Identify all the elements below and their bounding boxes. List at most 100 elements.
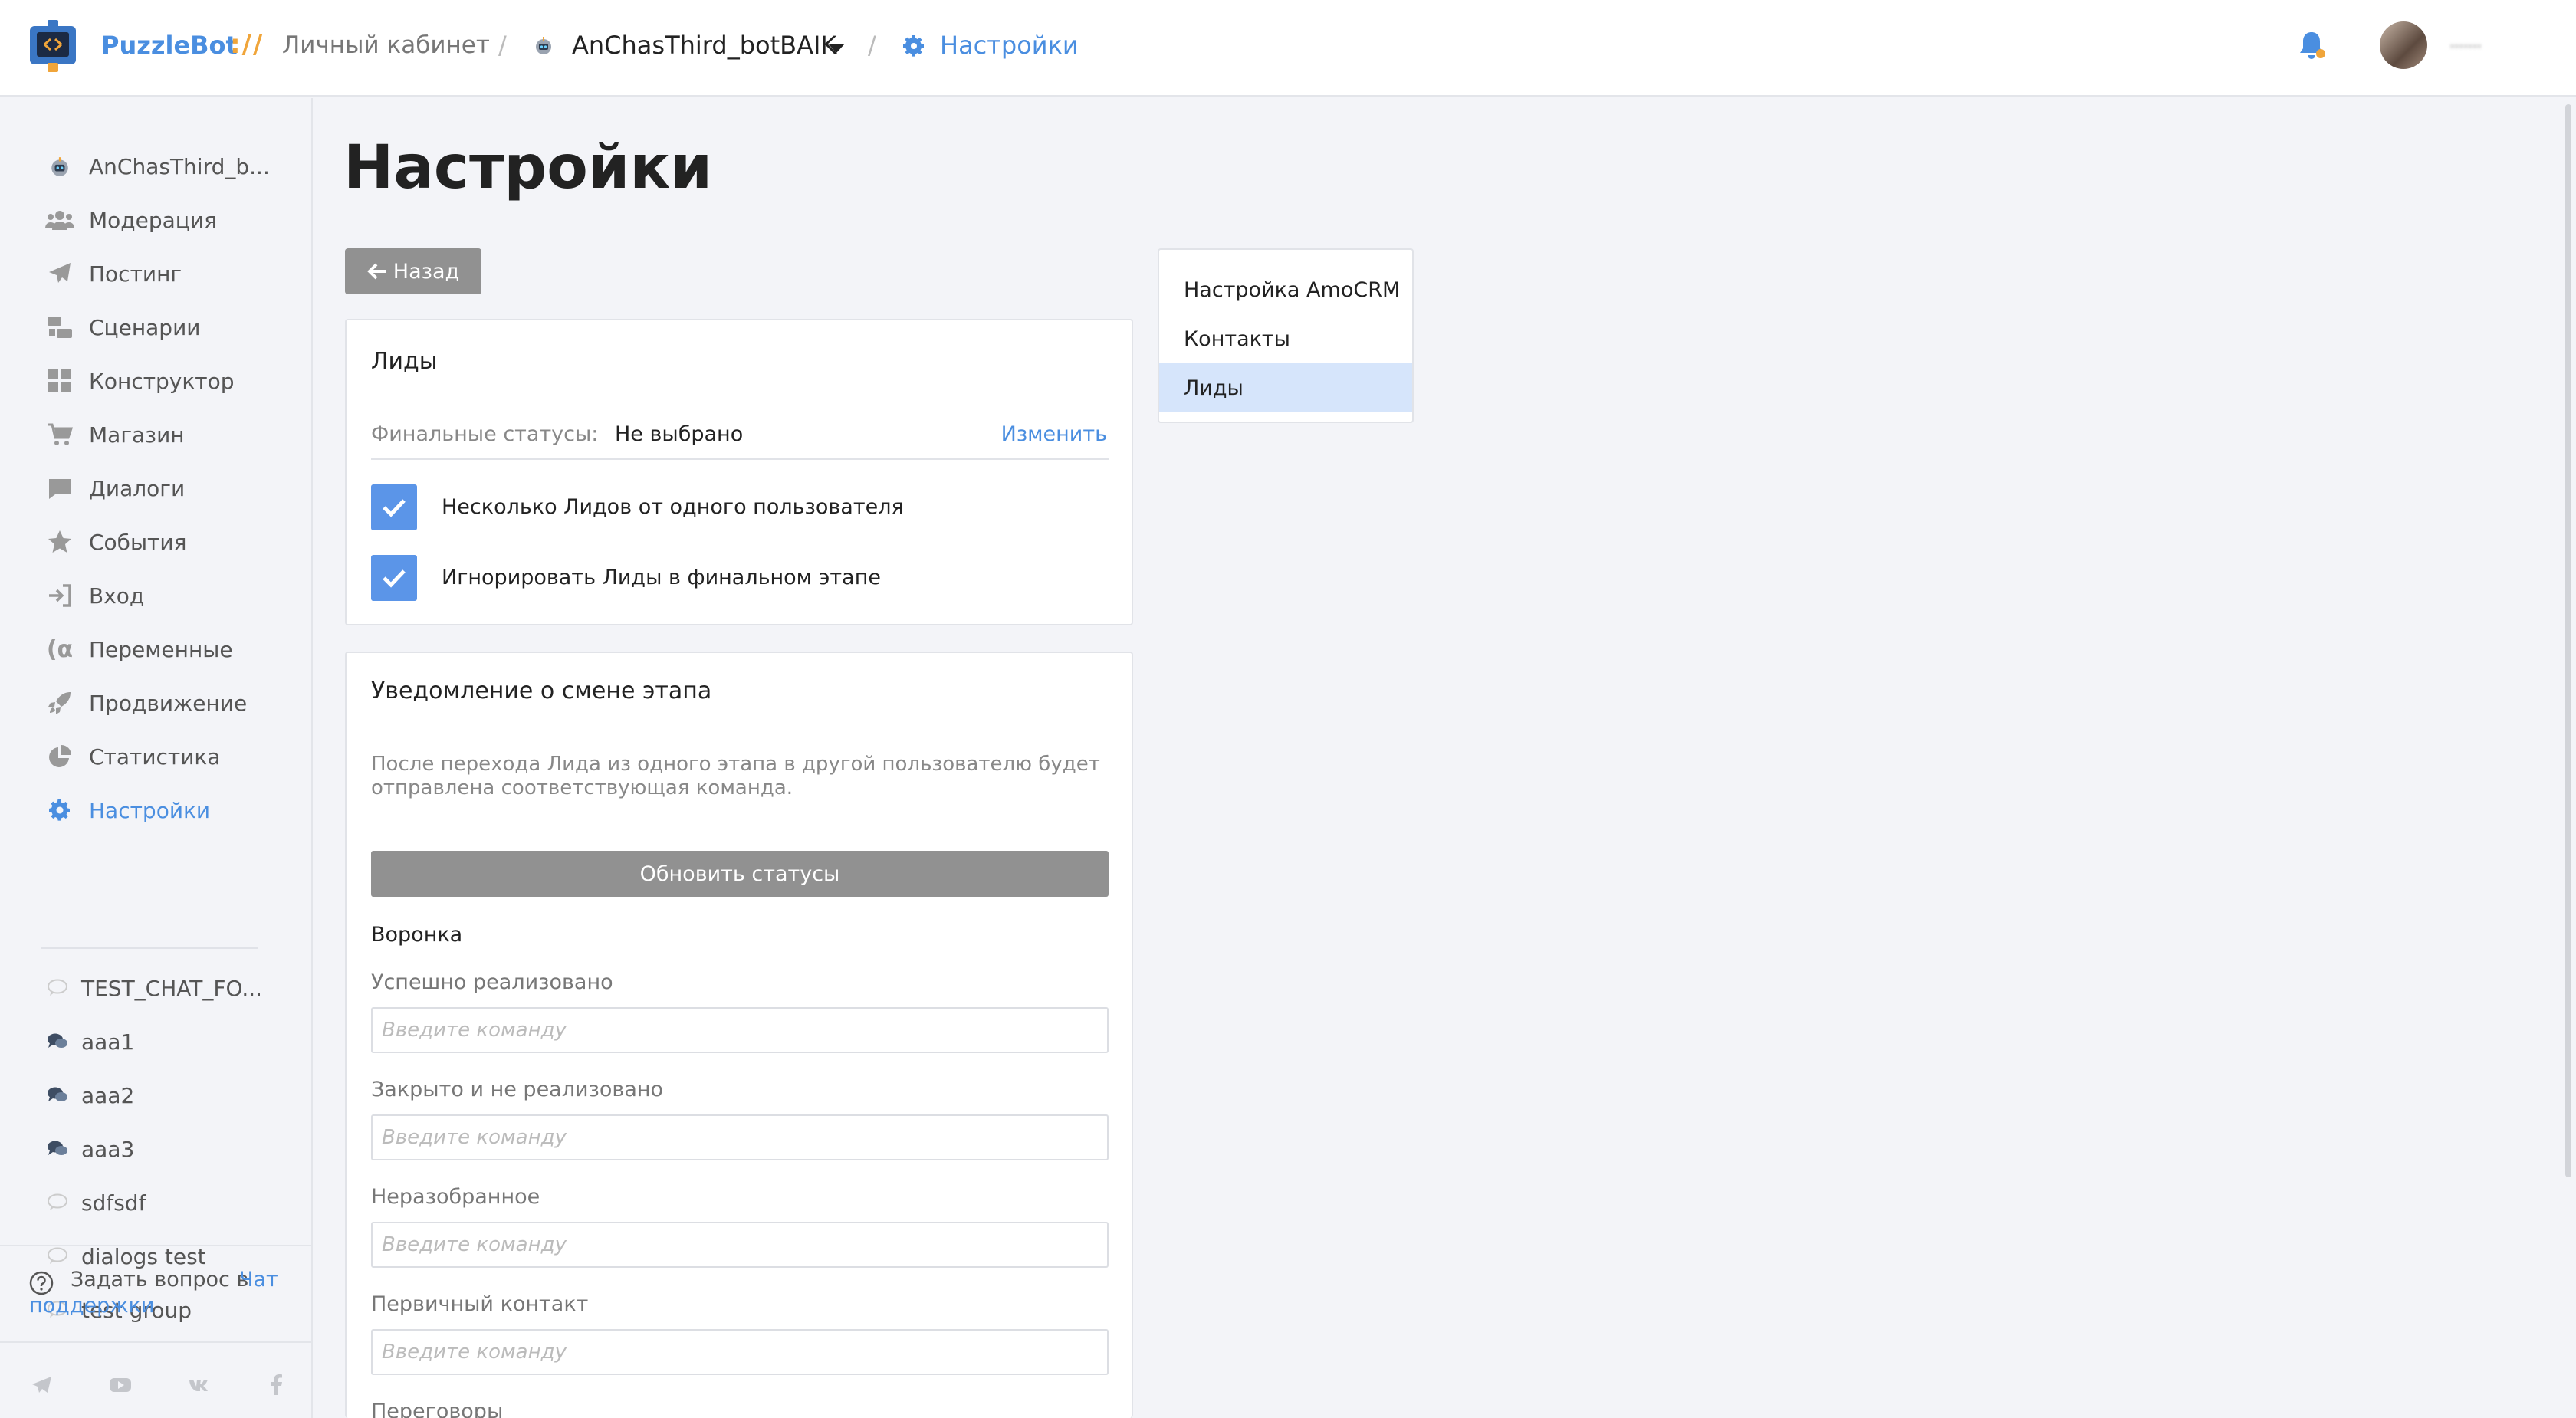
rocket-icon [44, 688, 75, 718]
back-button[interactable]: Назад [345, 248, 481, 294]
chevron-down-icon[interactable] [828, 44, 845, 53]
sidebar-item-label: Переменные [89, 636, 233, 662]
sidebar-item-label: Постинг [89, 261, 182, 287]
youtube-icon[interactable] [109, 1374, 132, 1397]
grid-icon [44, 366, 75, 396]
sidebar-item-label: Продвижение [89, 690, 248, 716]
gear-icon [44, 795, 75, 826]
question-circle-icon [29, 1271, 54, 1295]
chat-bubble-icon [44, 1190, 71, 1216]
pie-chart-icon [44, 741, 75, 772]
ignore-final-leads-checkbox[interactable] [371, 555, 417, 601]
breadcrumb-settings[interactable]: Настройки [940, 31, 1079, 60]
sidebar-item-bot[interactable]: AnChasThird_b... [44, 147, 270, 185]
bot-icon [536, 37, 551, 54]
final-status-label: Финальные статусы: [371, 422, 599, 446]
sidebar-chat-item[interactable]: aaa2 [44, 1076, 134, 1114]
final-status-value: Не выбрано [615, 422, 744, 446]
sidebar-item-constructor[interactable]: Конструктор [44, 362, 235, 400]
top-bar: PuzzleBot :// Личный кабинет / AnChasThi… [0, 0, 2576, 97]
menu-item-leads[interactable]: Лиды [1159, 363, 1412, 412]
stage-label: Закрыто и не реализовано [371, 1078, 664, 1101]
stage-command-input[interactable]: Введите команду [371, 1007, 1109, 1053]
multiple-leads-label[interactable]: Несколько Лидов от одного пользователя [442, 495, 904, 519]
bot-icon [44, 151, 75, 182]
sidebar-item-label: AnChasThird_b... [89, 153, 270, 179]
stage-command-input[interactable]: Введите команду [371, 1222, 1109, 1268]
group-chat-icon [44, 1082, 71, 1108]
notification-bell-icon[interactable] [2295, 29, 2328, 63]
sidebar-item-label: Сценарии [89, 314, 201, 340]
sidebar-divider [41, 947, 258, 949]
avatar[interactable] [2380, 21, 2427, 69]
sidebar-chat-item[interactable]: sdfsdf [44, 1183, 146, 1222]
support-chat-link[interactable]: Чат [239, 1268, 278, 1292]
page-scrollbar[interactable] [2561, 98, 2576, 1418]
sidebar-item-statistics[interactable]: Статистика [44, 737, 221, 776]
sidebar-item-dialogs[interactable]: Диалоги [44, 469, 185, 507]
breadcrumb-cabinet[interactable]: Личный кабинет [282, 31, 490, 59]
chat-item-label: aaa1 [81, 1029, 135, 1055]
stage-label: Переговоры [371, 1400, 504, 1418]
help-text: Задать вопрос в [71, 1268, 249, 1292]
check-icon [383, 499, 406, 517]
scrollbar-thumb[interactable] [2565, 104, 2571, 1177]
settings-section-menu: Настройка AmoCRM Контакты Лиды [1158, 248, 1414, 423]
sidebar-item-label: События [89, 529, 187, 555]
sidebar-chat-item[interactable]: TEST_CHAT_FO... [44, 969, 262, 1007]
divider [371, 458, 1109, 460]
stage-command-input[interactable]: Введите команду [371, 1114, 1109, 1160]
star-icon [44, 527, 75, 557]
change-final-status-link[interactable]: Изменить [1001, 422, 1107, 446]
sidebar-item-shop[interactable]: Магазин [44, 415, 185, 454]
chat-item-label: aaa2 [81, 1082, 135, 1108]
facebook-icon[interactable] [265, 1374, 288, 1397]
leads-card-title: Лиды [371, 348, 438, 375]
chat-item-label: sdfsdf [81, 1190, 146, 1216]
sidebar-item-label: Статистика [89, 743, 221, 770]
ignore-final-leads-label[interactable]: Игнорировать Лиды в финальном этапе [442, 566, 881, 589]
group-chat-icon [44, 1136, 71, 1162]
sidebar-item-scenarios[interactable]: Сценарии [44, 308, 200, 346]
update-statuses-button[interactable]: Обновить статусы [371, 851, 1109, 897]
variable-icon: (α [46, 635, 74, 663]
breadcrumb-divider: / [498, 31, 507, 60]
group-chat-icon [44, 1029, 71, 1055]
breadcrumb-bot-selector[interactable]: AnChasThird_botBAIK [572, 31, 836, 60]
chat-bubble-icon [44, 975, 71, 1001]
menu-item-amocrm-settings[interactable]: Настройка AmoCRM [1159, 265, 1412, 314]
funnel-label: Воронка [371, 923, 463, 947]
sidebar-item-variables[interactable]: (α Переменные [44, 630, 233, 668]
arrow-left-icon [366, 263, 386, 280]
vk-icon[interactable] [189, 1374, 212, 1397]
sidebar-item-events[interactable]: События [44, 523, 186, 561]
telegram-icon[interactable] [31, 1374, 54, 1397]
stage-command-input[interactable]: Введите команду [371, 1329, 1109, 1375]
check-icon [383, 569, 406, 588]
sidebar-item-settings[interactable]: Настройки [44, 791, 210, 829]
help-block: Задать вопрос в Чат поддержки [0, 1245, 311, 1343]
support-chat-link[interactable]: поддержки [29, 1294, 154, 1318]
puzzlebot-logo-icon[interactable] [28, 18, 78, 74]
multiple-leads-checkbox[interactable] [371, 484, 417, 530]
breadcrumb-divider: / [868, 31, 876, 60]
sidebar-item-login[interactable]: Вход [44, 576, 144, 615]
brand-name[interactable]: PuzzleBot [101, 31, 238, 60]
sidebar-item-posting[interactable]: Постинг [44, 254, 182, 293]
leads-card: Лиды Финальные статусы: Не выбрано Измен… [345, 319, 1133, 625]
users-icon [44, 205, 75, 235]
page-title: Настройки [343, 133, 713, 202]
sidebar-chat-item[interactable]: aaa1 [44, 1022, 134, 1061]
stage-label: Неразобранное [371, 1185, 540, 1209]
gear-icon [903, 35, 924, 57]
sidebar-item-moderation[interactable]: Модерация [44, 201, 217, 239]
sidebar-chat-item[interactable]: aaa3 [44, 1130, 134, 1168]
sidebar-item-promotion[interactable]: Продвижение [44, 684, 247, 722]
sidebar-item-label: Диалоги [89, 475, 186, 501]
back-button-label: Назад [393, 259, 460, 284]
chat-item-label: aaa3 [81, 1136, 135, 1162]
menu-item-contacts[interactable]: Контакты [1159, 314, 1412, 363]
sidebar-item-label: Настройки [89, 797, 211, 823]
chat-item-label: TEST_CHAT_FO... [81, 975, 263, 1001]
username[interactable]: ······· [2449, 34, 2539, 59]
